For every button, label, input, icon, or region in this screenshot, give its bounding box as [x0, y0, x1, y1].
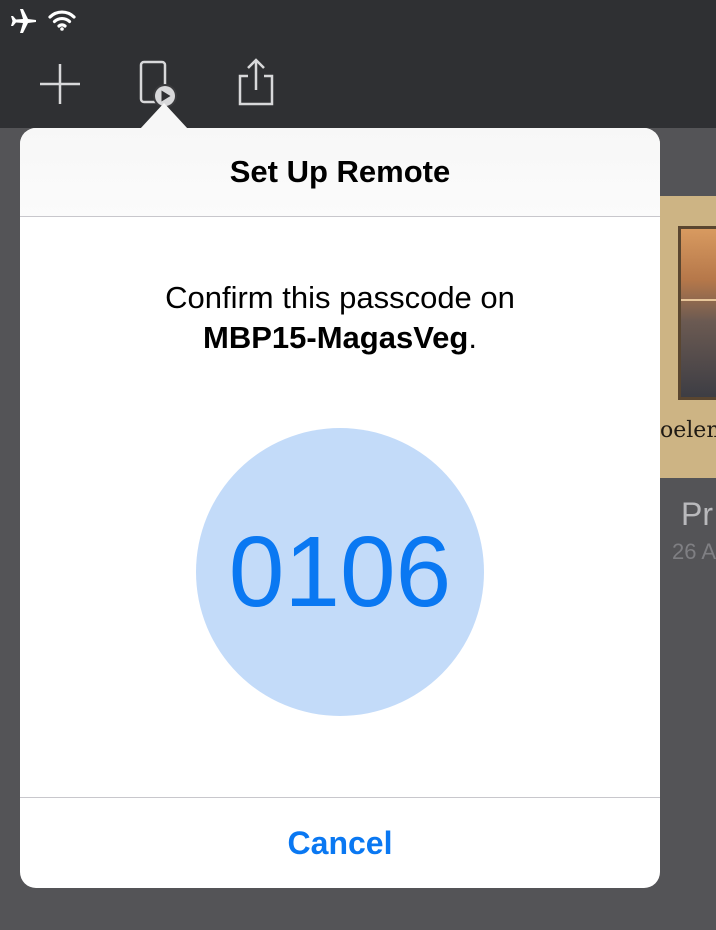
passcode-circle: 0106 [196, 428, 484, 716]
airplane-icon [11, 9, 36, 33]
device-name: MBP15-MagasVeg [203, 320, 469, 355]
set-up-remote-popover: Set Up Remote Confirm this passcode on M… [20, 128, 660, 888]
popover-footer: Cancel [20, 797, 660, 888]
share-icon [238, 58, 274, 106]
document-thumbnail[interactable]: oelemo [660, 196, 716, 478]
wifi-icon [48, 10, 76, 31]
confirm-message: Confirm this passcode on MBP15-MagasVeg. [20, 278, 660, 358]
passcode: 0106 [228, 516, 452, 628]
cancel-button[interactable]: Cancel [20, 798, 660, 888]
message-text: Confirm this passcode on [165, 280, 515, 315]
thumbnail-photo [678, 226, 716, 400]
top-bar [0, 0, 716, 128]
popover-arrow [140, 103, 188, 129]
popover-header: Set Up Remote [20, 128, 660, 217]
share-button[interactable] [234, 56, 278, 108]
remote-play-icon [139, 60, 177, 108]
popover-title: Set Up Remote [229, 154, 451, 189]
document-date: 26 A [672, 539, 716, 564]
document-title: Pr [681, 496, 713, 532]
thumbnail-caption: oelemo [660, 418, 716, 443]
plus-icon [40, 64, 80, 104]
message-period: . [468, 320, 477, 355]
add-button[interactable] [36, 60, 84, 108]
